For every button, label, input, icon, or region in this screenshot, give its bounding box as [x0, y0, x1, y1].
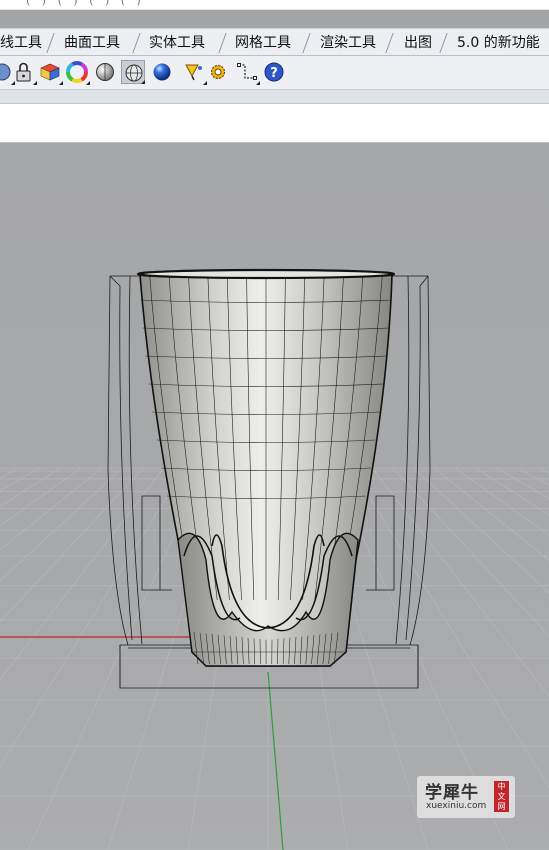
watermark-red-tag: 中文网 [494, 781, 509, 812]
lock-icon[interactable] [12, 60, 37, 85]
viewport-scene [0, 268, 549, 850]
y-axis-line [267, 671, 284, 850]
dimension-icon[interactable] [235, 60, 260, 85]
tab-surface-tools[interactable]: 曲面工具 [58, 32, 126, 54]
tab-separator [385, 33, 399, 53]
tab-curve-tools[interactable]: 线工具 [0, 32, 48, 54]
tab-solid-tools[interactable]: 实体工具 [143, 32, 211, 54]
tab-render-tools[interactable]: 渲染工具 [314, 32, 382, 54]
tab-mesh-tools[interactable]: 网格工具 [229, 32, 297, 54]
command-area[interactable] [0, 103, 549, 143]
render-toolbar: ? [0, 56, 549, 90]
watermark-badge: 学犀牛 xuexiniu.com 中文网 [417, 776, 515, 818]
watermark-url-text: xuexiniu.com [426, 801, 487, 811]
shade-sphere-icon[interactable] [93, 60, 117, 84]
toolbar-tabs: 线工具 曲面工具 实体工具 网格工具 渲染工具 出图 5.0 的新功能 [0, 28, 549, 56]
menu-bar: ( ) ( ) ( ) ( ) [0, 0, 549, 10]
tab-drafting[interactable]: 出图 [398, 32, 438, 54]
rendered-sphere-icon[interactable] [150, 60, 174, 84]
cup-rim [136, 268, 396, 280]
watermark-cn-text: 学犀牛 [425, 783, 479, 803]
help-icon[interactable]: ? [262, 60, 286, 84]
rhino-window: ( ) ( ) ( ) ( ) 线工具 曲面工具 实体工具 网格工具 渲染工具 … [0, 0, 549, 850]
toolbar-spacer [0, 90, 549, 103]
svg-text:?: ? [270, 66, 278, 81]
gear-settings-icon[interactable] [206, 60, 230, 84]
perspective-viewport[interactable]: 学犀牛 xuexiniu.com 中文网 [0, 143, 549, 850]
menu-bar-clipped-text: ( ) ( ) ( ) ( ) [26, 0, 145, 7]
light-icon[interactable] [182, 60, 207, 85]
tab-new-in-v5[interactable]: 5.0 的新功能 [451, 32, 546, 54]
render-material-icon[interactable] [38, 60, 63, 85]
wireframe-sphere-icon[interactable] [121, 60, 145, 84]
color-wheel-icon[interactable] [65, 60, 90, 85]
